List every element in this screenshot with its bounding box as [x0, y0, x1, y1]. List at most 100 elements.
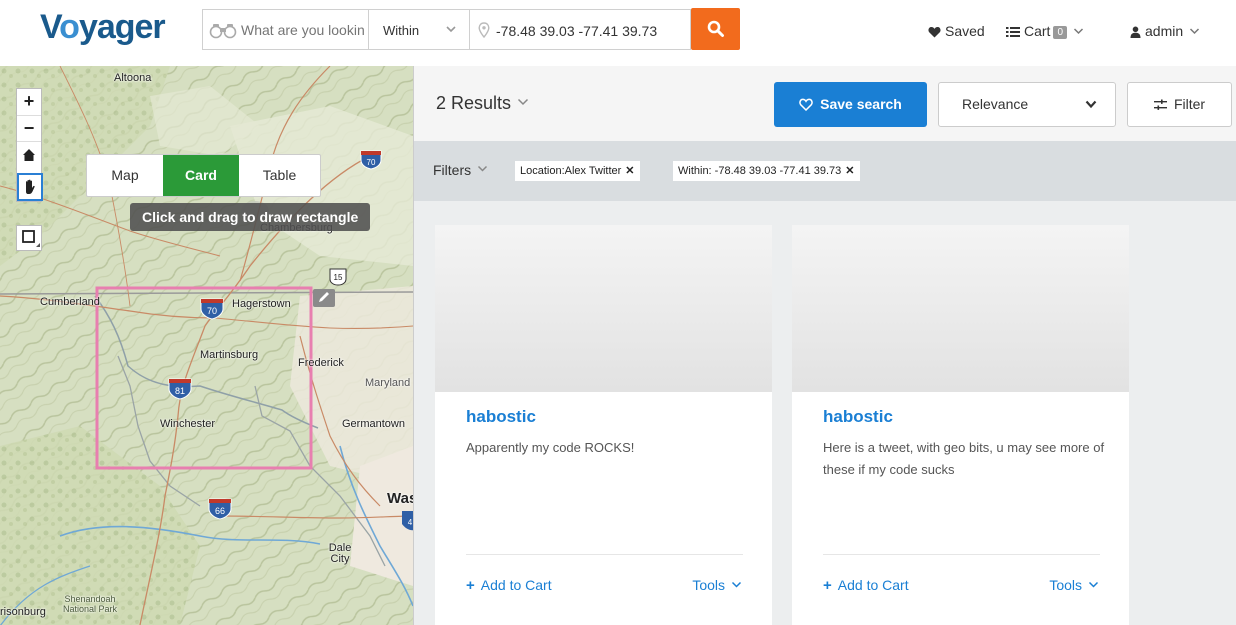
shield-number: 81: [175, 386, 185, 396]
save-search-button[interactable]: Save search: [774, 82, 927, 127]
map-panel[interactable]: Altoona Chambersburg Cumberland Hagersto…: [0, 66, 413, 625]
result-description: Apparently my code ROCKS!: [466, 440, 635, 455]
card-divider: [823, 554, 1100, 555]
result-card[interactable]: habostic Apparently my code ROCKS! + Add …: [435, 225, 772, 625]
location-pin-icon: [478, 22, 490, 38]
binoculars-icon: [209, 24, 237, 39]
zoom-out-button[interactable]: −: [17, 115, 41, 141]
chevron-down-icon: [1073, 28, 1084, 35]
result-thumbnail[interactable]: [435, 225, 772, 392]
filter-chip-location[interactable]: Location:Alex Twitter ✕: [515, 161, 640, 181]
search-input[interactable]: [241, 19, 365, 41]
map-label-shenandoah: Shenandoah National Park: [62, 594, 118, 614]
chevron-down-icon: [518, 98, 529, 106]
zoom-in-button[interactable]: +: [17, 89, 41, 115]
view-card-button[interactable]: Card: [163, 155, 239, 196]
shield-number: 15: [334, 273, 343, 282]
draw-tooltip: Click and drag to draw rectangle: [130, 203, 371, 231]
results-count-dropdown[interactable]: 2 Results: [436, 93, 529, 114]
heart-icon: [928, 26, 941, 38]
interstate-shield-icon: 70: [360, 150, 382, 170]
location-input[interactable]: [496, 20, 686, 42]
filter-chip-within[interactable]: Within: -78.48 39.03 -77.41 39.73 ✕: [673, 161, 860, 181]
view-map-button[interactable]: Map: [87, 155, 163, 196]
filters-bar: Filters Location:Alex Twitter ✕ Within: -…: [414, 141, 1236, 201]
user-menu[interactable]: admin: [1130, 23, 1200, 39]
map-label-washington: Was: [387, 490, 413, 507]
tools-dropdown[interactable]: Tools: [1049, 577, 1099, 593]
filters-toggle[interactable]: Filters: [433, 162, 488, 178]
sort-select-label: Relevance: [962, 96, 1029, 112]
chevron-down-icon: [731, 581, 742, 588]
add-to-cart-label: Add to Cart: [480, 577, 552, 593]
filter-chip-label: Within: -78.48 39.03 -77.41 39.73: [678, 165, 842, 177]
result-description: Here is a tweet, with geo bits, u may se…: [823, 440, 1105, 477]
result-thumbnail[interactable]: [792, 225, 1129, 392]
save-search-label: Save search: [820, 96, 902, 112]
map-label-altoona: Altoona: [114, 72, 152, 84]
list-icon: [1006, 27, 1020, 37]
result-title[interactable]: habostic: [466, 407, 536, 427]
results-panel: 2 Results Save search Relevance Filter F…: [414, 66, 1236, 625]
map-label-cumberland: Cumberland: [40, 296, 100, 308]
shield-number: 66: [215, 506, 225, 516]
map-controls: + −: [16, 88, 43, 202]
add-to-cart-button[interactable]: + Add to Cart: [823, 577, 909, 594]
map-label-maryland: Maryland: [365, 377, 411, 389]
search-box[interactable]: [202, 9, 368, 50]
us-route-shield-icon: 15: [329, 268, 347, 286]
cart-link[interactable]: Cart 0: [1006, 23, 1084, 39]
view-toggle: Map Card Table: [86, 154, 321, 197]
search-icon: [707, 20, 724, 37]
interstate-shield-icon: 4: [402, 511, 413, 531]
saved-link[interactable]: Saved: [928, 23, 985, 39]
map-label-frederick: Frederick: [298, 357, 344, 369]
search-button[interactable]: [691, 8, 740, 50]
user-label: admin: [1145, 23, 1184, 39]
hand-icon: [26, 179, 35, 194]
draw-rectangle-button[interactable]: [16, 225, 42, 251]
map-label-winchester: Winchester: [160, 418, 216, 430]
add-to-cart-label: Add to Cart: [837, 577, 909, 593]
pan-button[interactable]: [17, 173, 43, 201]
card-divider: [466, 554, 743, 555]
add-to-cart-button[interactable]: + Add to Cart: [466, 577, 552, 594]
close-icon[interactable]: ✕: [845, 165, 854, 177]
sort-select[interactable]: Relevance: [938, 82, 1116, 127]
heart-outline-icon: [799, 98, 813, 111]
interstate-shield-icon: 66: [208, 498, 232, 520]
shield-number: 70: [367, 158, 376, 167]
sliders-icon: [1153, 99, 1167, 110]
top-bar: Voyager Within Saved: [0, 0, 1236, 66]
saved-label: Saved: [945, 23, 985, 39]
map-label-germantown: Germantown: [342, 418, 405, 430]
map-label-dale-city: Dale City: [328, 542, 352, 565]
within-select-label: Within: [383, 23, 420, 38]
result-title[interactable]: habostic: [823, 407, 893, 427]
interstate-shield-icon: 81: [168, 378, 192, 400]
cart-label: Cart: [1024, 23, 1051, 39]
map-label-martinsburg: Martinsburg: [200, 349, 259, 361]
user-icon: [1130, 26, 1141, 38]
chevron-down-icon: [1088, 581, 1099, 588]
chevron-down-icon: [478, 165, 488, 172]
interstate-shield-icon: 70: [200, 298, 224, 320]
within-select[interactable]: Within: [368, 9, 470, 50]
chevron-down-icon: [1190, 28, 1200, 35]
map-label-hagerstown: Hagerstown: [232, 298, 291, 310]
home-button[interactable]: [17, 141, 41, 167]
tools-label: Tools: [692, 577, 725, 593]
basemap: [0, 66, 413, 625]
tools-dropdown[interactable]: Tools: [692, 577, 742, 593]
voyager-logo[interactable]: Voyager: [40, 8, 166, 47]
home-icon: [23, 149, 35, 161]
shield-number: 70: [207, 306, 217, 316]
tools-label: Tools: [1049, 577, 1082, 593]
close-icon[interactable]: ✕: [625, 165, 634, 177]
view-table-button[interactable]: Table: [239, 155, 320, 196]
location-box[interactable]: [470, 9, 691, 50]
result-card[interactable]: habostic Here is a tweet, with geo bits,…: [792, 225, 1129, 625]
edit-pencil-icon[interactable]: [313, 289, 335, 307]
cart-count-badge: 0: [1053, 26, 1068, 39]
filter-button[interactable]: Filter: [1127, 82, 1232, 127]
